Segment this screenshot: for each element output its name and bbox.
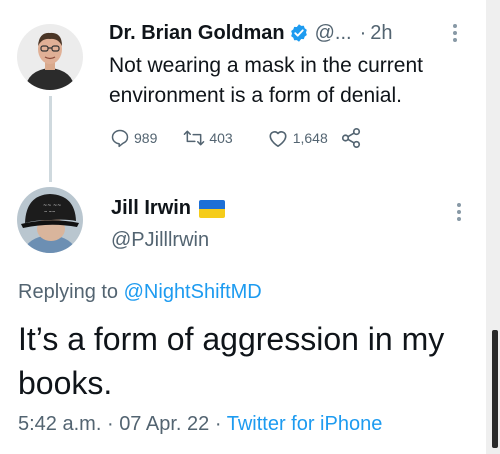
replying-to-label: Replying to <box>18 281 119 303</box>
tweet-actions: 989 403 1,648 <box>110 127 362 149</box>
replying-to-mention[interactable]: @NightShiftMD <box>124 281 262 303</box>
edge-bar <box>492 330 498 448</box>
more-icon[interactable] <box>455 201 463 223</box>
retweet-button[interactable]: 403 <box>183 128 233 148</box>
window-edge <box>486 0 500 454</box>
tweet-thread: Dr. Brian Goldman @... · 2h Not wearing … <box>0 0 500 454</box>
svg-text:~ ~~: ~ ~~ <box>44 209 55 214</box>
meta-separator: · <box>106 413 114 435</box>
tweet-header: Dr. Brian Goldman @... · 2h <box>109 18 393 48</box>
like-count: 1,648 <box>292 130 328 146</box>
like-button[interactable]: 1,648 <box>267 128 328 148</box>
like-icon <box>269 131 287 147</box>
meta-separator: · <box>214 413 222 435</box>
reply-icon <box>111 129 129 148</box>
replying-to-line: Replying to @NightShiftMD <box>18 281 262 304</box>
avatar-brian-goldman[interactable] <box>17 24 83 90</box>
tweet-timestamp[interactable]: 2h <box>370 22 392 45</box>
reply-author-name[interactable]: Jill Irwin <box>111 197 191 220</box>
tweet-metadata: 5:42 a.m. · 07 Apr. 22 · Twitter for iPh… <box>18 413 382 436</box>
ukraine-flag-icon <box>199 199 226 218</box>
tweet-source[interactable]: Twitter for iPhone <box>227 413 383 435</box>
more-icon[interactable] <box>451 22 459 44</box>
tweet-text: Not wearing a mask in the current enviro… <box>109 54 423 107</box>
avatar-jill-irwin[interactable]: ~~ ~~ ~ ~~ <box>17 187 83 253</box>
author-handle[interactable]: @... <box>315 22 352 45</box>
reply-author-handle[interactable]: @PJilllrwin <box>111 229 209 252</box>
reply-count: 989 <box>134 130 158 146</box>
thread-connector-line <box>49 96 52 182</box>
tweet-time[interactable]: 5:42 a.m. <box>18 413 101 435</box>
share-icon <box>341 128 360 148</box>
tweet-date[interactable]: 07 Apr. 22 <box>119 413 209 435</box>
separator-dot: · <box>359 21 367 44</box>
share-button[interactable] <box>340 127 362 149</box>
author-name[interactable]: Dr. Brian Goldman <box>109 22 285 45</box>
reply-tweet-text: It’s a form of aggression in my books. <box>18 321 445 401</box>
reply-author-row: Jill Irwin <box>111 197 226 220</box>
reply-button[interactable]: 989 <box>110 128 157 148</box>
retweet-icon <box>184 130 205 146</box>
retweet-count: 403 <box>209 130 233 146</box>
verified-badge-icon <box>290 24 307 42</box>
